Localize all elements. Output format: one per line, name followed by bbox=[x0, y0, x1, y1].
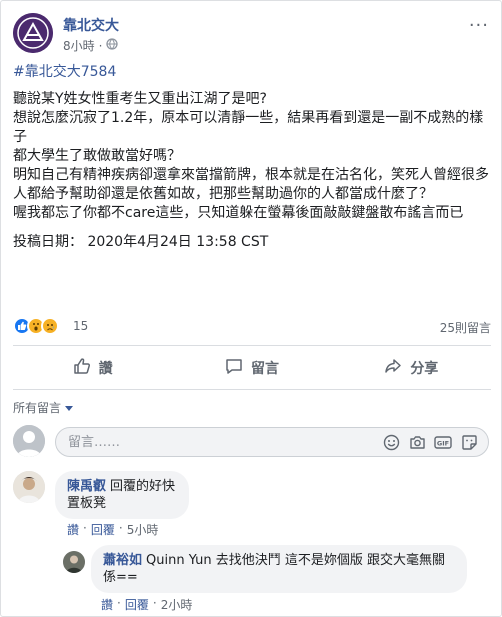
meta-separator: · bbox=[98, 38, 103, 53]
post-paragraph: 明知自己有精神疾病卻還拿來當擋箭牌，根本就是在沽名化，笑死人曾經很多人都給予幫助… bbox=[13, 167, 489, 202]
comment-button[interactable]: 留言 bbox=[172, 351, 331, 385]
sad-reaction-icon bbox=[41, 317, 59, 335]
share-label: 分享 bbox=[410, 361, 439, 377]
post-date: 投稿日期： 2020年4月24日 13:58 CST bbox=[13, 234, 269, 250]
comment-reply-link[interactable]: 回覆 bbox=[125, 596, 149, 613]
post-options-button[interactable]: ··· bbox=[469, 15, 489, 36]
comment-like-link[interactable]: 讚 bbox=[67, 521, 79, 538]
post-actions: 讚 留言 分享 bbox=[13, 351, 491, 385]
comment-icon bbox=[225, 357, 243, 379]
commenter-avatar[interactable] bbox=[13, 471, 45, 503]
like-label: 讚 bbox=[98, 361, 113, 377]
comment-bubble: 陳禹叡 回覆的好快 置板凳 bbox=[55, 471, 189, 519]
reaction-icons[interactable] bbox=[13, 317, 59, 335]
user-avatar bbox=[13, 425, 45, 457]
post-paragraph: 聽說某Y姓女性重考生又重出江湖了是吧? bbox=[13, 91, 267, 107]
comment-author[interactable]: 蕭裕如 bbox=[103, 553, 142, 568]
comment-time[interactable]: 2小時 bbox=[161, 596, 193, 613]
reaction-count[interactable]: 15 bbox=[73, 319, 88, 333]
comment-actions: 讚 · 回覆 · 2小時 bbox=[101, 596, 192, 613]
comments-filter-dropdown[interactable]: 所有留言 bbox=[13, 399, 74, 416]
reactions-bar: 15 25則留言 bbox=[13, 317, 491, 339]
post-meta: 8小時 · bbox=[63, 37, 119, 54]
comment-item: 陳禹叡 回覆的好快 置板凳 讚 · 回覆 · 5小時 bbox=[13, 471, 491, 541]
comment-composer: GIF bbox=[13, 425, 491, 459]
post-body: #靠北交大7584 聽說某Y姓女性重考生又重出江湖了是吧? 想說怎麼沉寂了1.2… bbox=[13, 63, 491, 252]
comment-like-link[interactable]: 讚 bbox=[101, 596, 113, 613]
separator: · bbox=[118, 521, 123, 535]
page-avatar[interactable] bbox=[13, 13, 53, 53]
svg-text:GIF: GIF bbox=[437, 439, 449, 447]
comment-reply-link[interactable]: 回覆 bbox=[91, 521, 115, 538]
page-name[interactable]: 靠北交大 bbox=[63, 15, 119, 35]
camera-icon[interactable] bbox=[408, 433, 426, 451]
comment-input[interactable] bbox=[68, 428, 318, 456]
comment-bubble: 蕭裕如 Quinn Yun 去找他決鬥 這不是妳個版 跟交大毫無關係== bbox=[91, 545, 467, 593]
composer-icons: GIF bbox=[382, 433, 478, 451]
post-paragraph: 都大學生了敢做敢當好嗎？ bbox=[13, 148, 181, 164]
comment-count[interactable]: 25則留言 bbox=[440, 319, 491, 336]
post-header: 靠北交大 8小時 · bbox=[13, 13, 483, 57]
separator: · bbox=[152, 596, 157, 610]
caret-down-icon bbox=[65, 401, 74, 415]
comment-label: 留言 bbox=[250, 361, 279, 377]
separator: · bbox=[117, 596, 121, 610]
post-time[interactable]: 8小時 bbox=[63, 37, 95, 54]
separator: · bbox=[83, 521, 87, 535]
share-icon bbox=[384, 357, 402, 379]
like-button[interactable]: 讚 bbox=[13, 351, 172, 385]
post-paragraph: 喔我都忘了你都不care這些，只知道躲在螢幕後面敲敲鍵盤散布謠言而已 bbox=[13, 205, 464, 221]
post-card: 靠北交大 8小時 · #靠北交大7584 聽說某Y姓女性重考生又重出江湖了是吧?… bbox=[0, 0, 502, 617]
post-hashtag[interactable]: #靠北交大7584 bbox=[13, 63, 491, 82]
comment-author[interactable]: 陳禹叡 bbox=[67, 479, 106, 494]
comment-text: Quinn Yun 去找他決鬥 這不是妳個版 跟交大毫無關係== bbox=[103, 553, 446, 585]
emoji-icon[interactable] bbox=[382, 433, 400, 451]
post-paragraph: 想說怎麼沉寂了1.2年，原本可以清靜一些，結果再看到還是一副不成熟的樣子 bbox=[13, 110, 484, 145]
comment-input-box: GIF bbox=[55, 427, 489, 457]
divider bbox=[13, 389, 491, 390]
comment-item: 蕭裕如 Quinn Yun 去找他決鬥 這不是妳個版 跟交大毫無關係== 讚 · … bbox=[63, 545, 491, 615]
comment-actions: 讚 · 回覆 · 5小時 bbox=[67, 521, 158, 538]
divider bbox=[13, 345, 491, 346]
sticker-icon[interactable] bbox=[460, 433, 478, 451]
comments-filter-label: 所有留言 bbox=[13, 401, 62, 415]
globe-icon bbox=[106, 38, 119, 53]
commenter-avatar[interactable] bbox=[63, 551, 85, 573]
share-button[interactable]: 分享 bbox=[332, 351, 491, 385]
comment-time[interactable]: 5小時 bbox=[127, 521, 159, 538]
thumbs-up-icon bbox=[73, 357, 91, 379]
gif-icon[interactable]: GIF bbox=[434, 433, 452, 451]
